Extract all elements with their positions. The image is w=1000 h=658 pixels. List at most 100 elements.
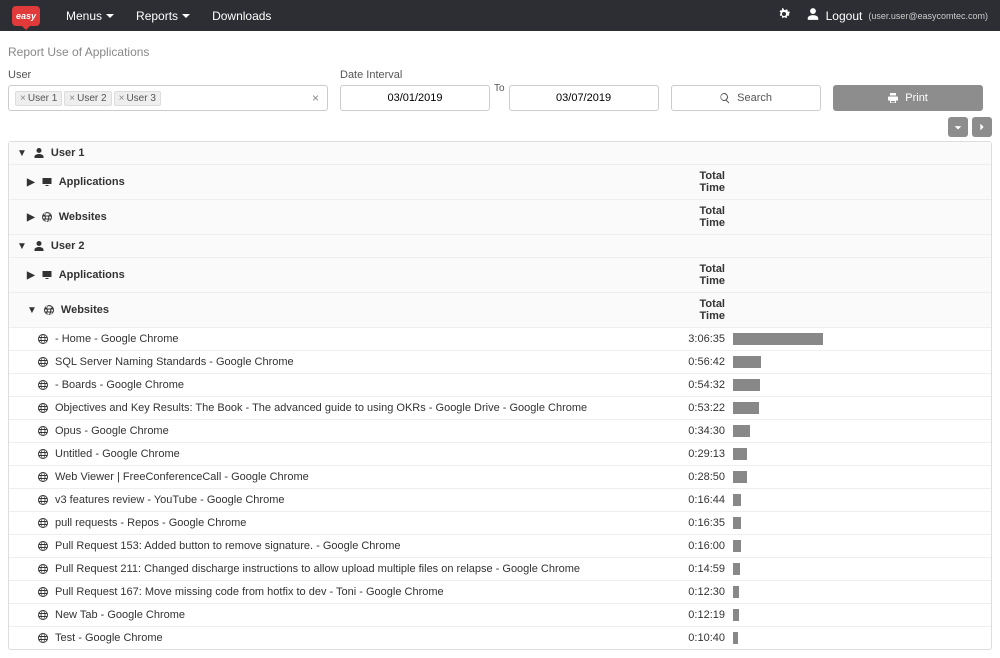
user-group-row[interactable]: ▼ User 2 bbox=[9, 235, 991, 258]
desktop-icon bbox=[41, 269, 53, 281]
row-bar bbox=[733, 471, 747, 483]
clear-all-icon[interactable]: × bbox=[312, 91, 319, 105]
row-title: - Boards - Google Chrome bbox=[55, 379, 184, 391]
category-row[interactable]: ▶ Websites Total Time bbox=[9, 200, 991, 235]
chip-remove-icon[interactable]: × bbox=[119, 93, 125, 104]
row-bar bbox=[733, 609, 739, 621]
row-time: 0:14:59 bbox=[673, 563, 733, 575]
row-title: Objectives and Key Results: The Book - T… bbox=[55, 402, 587, 414]
category-row[interactable]: ▶ Applications Total Time bbox=[9, 258, 991, 293]
table-row[interactable]: pull requests - Repos - Google Chrome 0:… bbox=[9, 512, 991, 535]
logo[interactable]: easy bbox=[12, 6, 40, 26]
browser-icon bbox=[37, 632, 49, 644]
chip-label: User 1 bbox=[28, 93, 57, 104]
row-title: Test - Google Chrome bbox=[55, 632, 163, 644]
caret-icon bbox=[182, 14, 190, 18]
print-button[interactable]: Print bbox=[833, 85, 983, 111]
category-row[interactable]: ▼ Websites Total Time bbox=[9, 293, 991, 328]
user-chip[interactable]: ×User 1 bbox=[15, 91, 62, 106]
logo-text: easy bbox=[16, 11, 36, 21]
report-table: ▼ User 1 ▶ Applications Total Time ▶ Web… bbox=[8, 141, 992, 650]
user-chip[interactable]: ×User 3 bbox=[114, 91, 161, 106]
row-bar bbox=[733, 425, 750, 437]
browser-icon bbox=[37, 425, 49, 437]
row-time: 0:56:42 bbox=[673, 356, 733, 368]
globe-icon bbox=[43, 304, 55, 316]
chip-label: User 3 bbox=[126, 93, 155, 104]
row-bar bbox=[733, 494, 741, 506]
browser-icon bbox=[37, 356, 49, 368]
row-time: 0:12:30 bbox=[673, 586, 733, 598]
row-time: 0:16:44 bbox=[673, 494, 733, 506]
total-time-header: Total Time bbox=[673, 205, 733, 229]
to-label: To bbox=[494, 83, 505, 94]
row-time: 0:53:22 bbox=[673, 402, 733, 414]
date-row: To bbox=[340, 85, 659, 111]
table-row[interactable]: - Boards - Google Chrome 0:54:32 bbox=[9, 374, 991, 397]
category-row[interactable]: ▶ Applications Total Time bbox=[9, 165, 991, 200]
page-title: Report Use of Applications bbox=[8, 39, 992, 69]
nav-downloads[interactable]: Downloads bbox=[204, 5, 279, 27]
nav-downloads-label: Downloads bbox=[212, 9, 271, 23]
expand-all-button[interactable] bbox=[972, 117, 992, 137]
user-icon bbox=[806, 7, 820, 24]
user-filter: User ×User 1 ×User 2 ×User 3 × bbox=[8, 69, 328, 111]
row-time: 0:28:50 bbox=[673, 471, 733, 483]
user-icon bbox=[33, 147, 45, 159]
nav-reports-label: Reports bbox=[136, 9, 178, 23]
arrow-down-icon bbox=[953, 122, 963, 132]
table-row[interactable]: New Tab - Google Chrome 0:12:19 bbox=[9, 604, 991, 627]
browser-icon bbox=[37, 540, 49, 552]
table-row[interactable]: Pull Request 167: Move missing code from… bbox=[9, 581, 991, 604]
nav-menus[interactable]: Menus bbox=[58, 5, 122, 27]
chip-remove-icon[interactable]: × bbox=[69, 93, 75, 104]
search-button[interactable]: Search bbox=[671, 85, 821, 111]
total-time-header: Total Time bbox=[673, 263, 733, 287]
table-row[interactable]: - Home - Google Chrome 3:06:35 bbox=[9, 328, 991, 351]
row-bar bbox=[733, 333, 823, 345]
nav-reports[interactable]: Reports bbox=[128, 5, 198, 27]
table-row[interactable]: Pull Request 153: Added button to remove… bbox=[9, 535, 991, 558]
browser-icon bbox=[37, 586, 49, 598]
table-row[interactable]: Opus - Google Chrome 0:34:30 bbox=[9, 420, 991, 443]
user-input[interactable]: ×User 1 ×User 2 ×User 3 × bbox=[8, 85, 328, 111]
table-row[interactable]: Untitled - Google Chrome 0:29:13 bbox=[9, 443, 991, 466]
search-icon bbox=[719, 92, 731, 104]
globe-icon bbox=[41, 211, 53, 223]
row-time: 0:10:40 bbox=[673, 632, 733, 644]
table-row[interactable]: Pull Request 211: Changed discharge inst… bbox=[9, 558, 991, 581]
row-title: v3 features review - YouTube - Google Ch… bbox=[55, 494, 285, 506]
chevron-down-icon: ▼ bbox=[27, 305, 37, 316]
table-row[interactable]: Objectives and Key Results: The Book - T… bbox=[9, 397, 991, 420]
print-icon bbox=[887, 92, 899, 104]
navbar: easy Menus Reports Downloads Logout (use… bbox=[0, 0, 1000, 31]
user-group-row[interactable]: ▼ User 1 bbox=[9, 142, 991, 165]
navbar-right: Logout (user.user@easycomtec.com) bbox=[776, 6, 988, 25]
date-to-input[interactable] bbox=[509, 85, 659, 111]
user-chip[interactable]: ×User 2 bbox=[64, 91, 111, 106]
user-icon bbox=[33, 240, 45, 252]
gear-icon[interactable] bbox=[776, 6, 792, 25]
browser-icon bbox=[37, 402, 49, 414]
table-row[interactable]: Web Viewer | FreeConferenceCall - Google… bbox=[9, 466, 991, 489]
collapse-all-button[interactable] bbox=[948, 117, 968, 137]
row-time: 0:29:13 bbox=[673, 448, 733, 460]
row-title: Opus - Google Chrome bbox=[55, 425, 169, 437]
chip-remove-icon[interactable]: × bbox=[20, 93, 26, 104]
search-label: Search bbox=[737, 92, 772, 104]
table-row[interactable]: Test - Google Chrome 0:10:40 bbox=[9, 627, 991, 649]
logout-link[interactable]: Logout (user.user@easycomtec.com) bbox=[806, 7, 988, 24]
browser-icon bbox=[37, 494, 49, 506]
row-time: 0:54:32 bbox=[673, 379, 733, 391]
logout-user: (user.user@easycomtec.com) bbox=[868, 11, 988, 21]
row-bar bbox=[733, 402, 759, 414]
user-label: User bbox=[8, 69, 328, 81]
row-time: 0:16:00 bbox=[673, 540, 733, 552]
date-from-input[interactable] bbox=[340, 85, 490, 111]
table-row[interactable]: v3 features review - YouTube - Google Ch… bbox=[9, 489, 991, 512]
row-time: 3:06:35 bbox=[673, 333, 733, 345]
category-label: Applications bbox=[59, 269, 125, 281]
table-row[interactable]: SQL Server Naming Standards - Google Chr… bbox=[9, 351, 991, 374]
chevron-right-icon: ▶ bbox=[27, 212, 35, 223]
row-bar bbox=[733, 632, 738, 644]
